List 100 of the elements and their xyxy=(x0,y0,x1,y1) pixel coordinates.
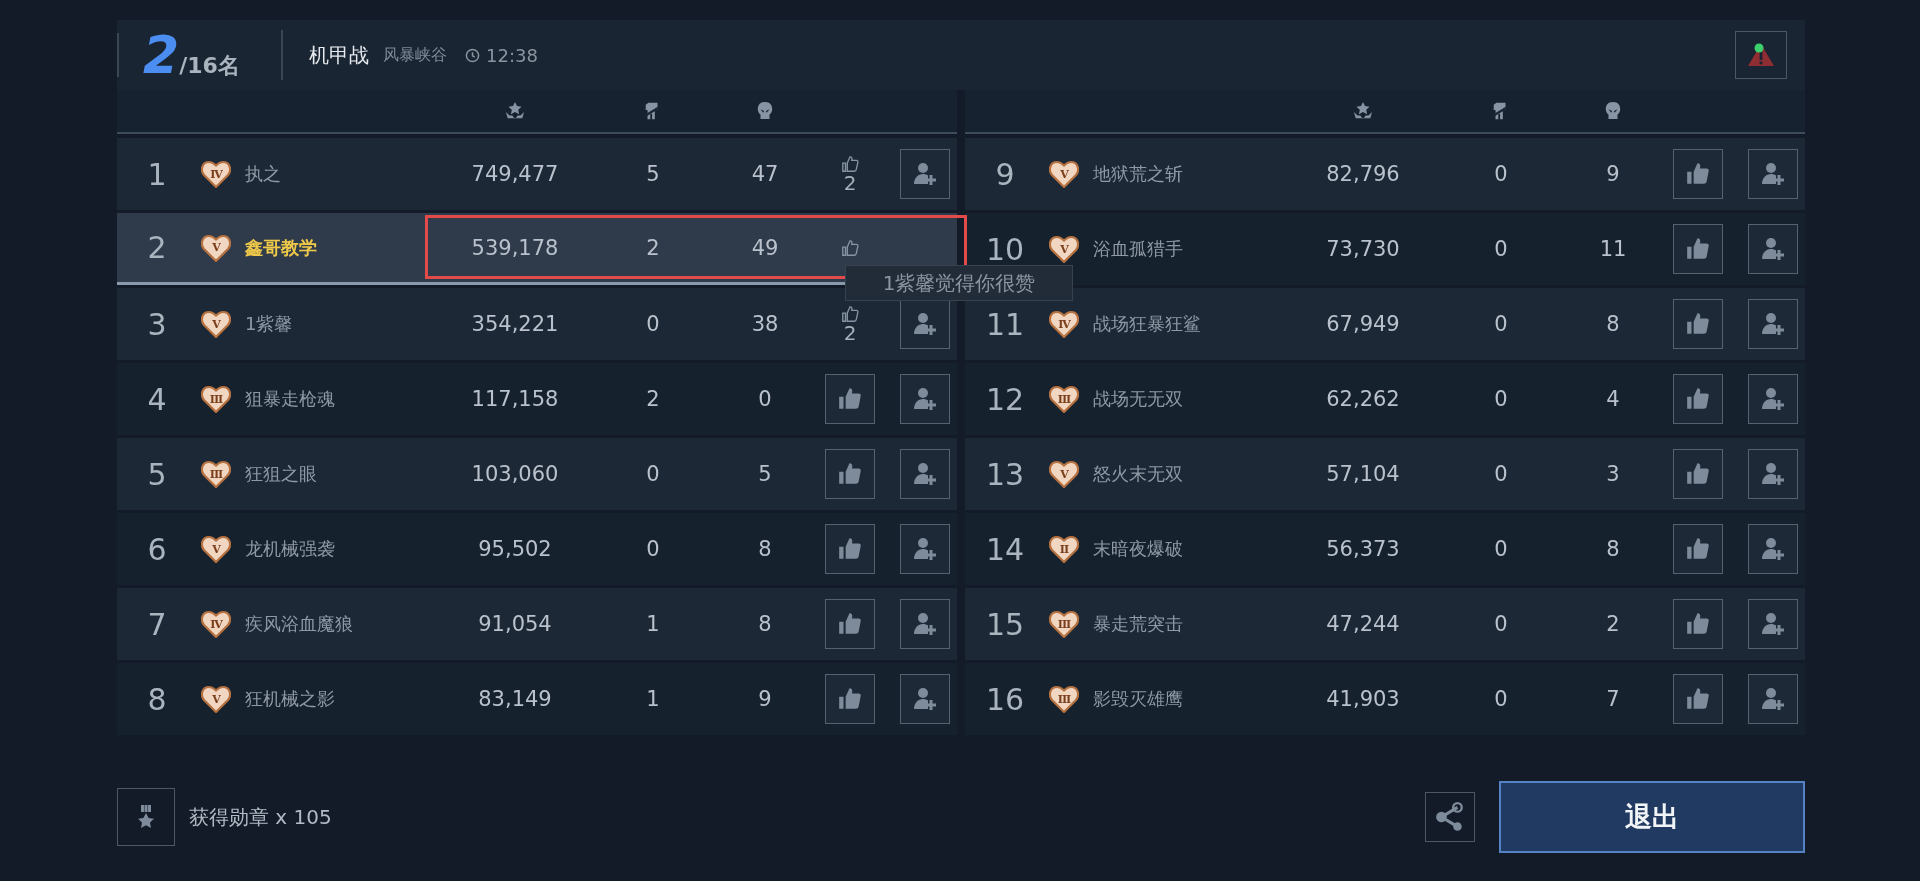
add-friend-button[interactable] xyxy=(1748,149,1798,199)
add-friend-button[interactable] xyxy=(1748,449,1798,499)
add-friend-button[interactable] xyxy=(900,449,950,499)
rank-number: 1 xyxy=(146,156,168,192)
add-friend-button[interactable] xyxy=(1748,299,1798,349)
like-button[interactable] xyxy=(1673,599,1723,649)
like-button[interactable] xyxy=(1673,374,1723,424)
player-name: 疾风浴血魔狼 xyxy=(245,612,354,636)
deaths-value: 7 xyxy=(1605,687,1621,711)
clock-icon xyxy=(465,47,480,63)
add-friend-button[interactable] xyxy=(1748,374,1798,424)
score-value: 67,949 xyxy=(1325,312,1401,336)
like-button[interactable] xyxy=(1673,674,1723,724)
skull-icon xyxy=(1604,101,1622,121)
deaths-value: 49 xyxy=(750,235,780,260)
player-row[interactable]: 5 III 狂狙之眼 103,060 0 5 xyxy=(117,438,957,510)
add-friend-button[interactable] xyxy=(900,674,950,724)
report-button[interactable] xyxy=(1735,31,1787,79)
add-friend-button[interactable] xyxy=(1748,224,1798,274)
rank-badge: III xyxy=(1049,610,1079,638)
exit-button[interactable]: 退出 xyxy=(1499,781,1805,853)
deaths-value: 4 xyxy=(1605,387,1621,411)
player-row[interactable]: 14 II 末暗夜爆破 56,373 0 8 xyxy=(965,513,1805,585)
player-name: 影毁灭雄鹰 xyxy=(1093,687,1184,711)
rank-badge: V xyxy=(201,233,231,262)
add-user-icon xyxy=(1760,461,1786,487)
thumbs-up-icon xyxy=(1685,236,1711,262)
like-button[interactable] xyxy=(1673,224,1723,274)
add-user-icon xyxy=(912,686,938,712)
rank-badge: III xyxy=(201,460,231,488)
like-button[interactable] xyxy=(825,524,875,574)
like-button[interactable] xyxy=(825,449,875,499)
add-friend-button[interactable] xyxy=(900,299,950,349)
score-value: 47,244 xyxy=(1325,612,1401,636)
thumbs-up-icon xyxy=(837,461,863,487)
player-row[interactable]: 1 IV 执之 749,477 5 47 2 xyxy=(117,138,957,210)
like-button[interactable] xyxy=(1673,149,1723,199)
score-value: 749,477 xyxy=(470,162,560,186)
deaths-value: 8 xyxy=(757,537,773,561)
add-friend-button[interactable] xyxy=(1748,599,1798,649)
add-user-icon xyxy=(912,386,938,412)
like-button[interactable] xyxy=(825,599,875,649)
share-button[interactable] xyxy=(1425,792,1475,842)
game-mode: 机甲战 xyxy=(309,41,369,69)
rank-badge: V xyxy=(1049,460,1079,488)
kills-value: 0 xyxy=(645,537,661,561)
deaths-value: 2 xyxy=(1605,612,1621,636)
add-friend-button[interactable] xyxy=(900,149,950,199)
thumbs-up-icon xyxy=(837,686,863,712)
rank-badge: V xyxy=(201,310,231,338)
player-row[interactable]: 13 V 怒火末无双 57,104 0 3 xyxy=(965,438,1805,510)
thumbs-up-icon xyxy=(837,611,863,637)
add-friend-button[interactable] xyxy=(900,524,950,574)
player-name: 狂狙之眼 xyxy=(245,462,318,486)
add-friend-button[interactable] xyxy=(1748,674,1798,724)
player-name: 战场狂暴狂鲨 xyxy=(1093,312,1202,336)
player-row[interactable]: 15 III 暴走荒突击 47,244 0 2 xyxy=(965,588,1805,660)
player-total: /16名 xyxy=(179,53,240,80)
like-button[interactable] xyxy=(825,374,875,424)
tooltip: 1紫馨觉得你很赞 xyxy=(845,265,1073,301)
map-name: 风暴峡谷 xyxy=(383,44,447,66)
player-row[interactable]: 16 III 影毁灭雄鹰 41,903 0 7 xyxy=(965,663,1805,735)
thumbs-up-icon xyxy=(1685,611,1711,637)
rank-badge: III xyxy=(201,385,231,413)
kills-value: 2 xyxy=(645,387,661,411)
rank-badge: II xyxy=(1049,535,1079,563)
player-name: 战场无无双 xyxy=(1093,387,1184,411)
rank-number: 9 xyxy=(994,156,1016,192)
deaths-value: 9 xyxy=(1605,162,1621,186)
player-row[interactable]: 7 IV 疾风浴血魔狼 91,054 1 8 xyxy=(117,588,957,660)
rank-number: 2 xyxy=(146,230,168,265)
kills-value: 0 xyxy=(645,462,661,486)
score-value: 83,149 xyxy=(477,687,553,711)
warning-icon xyxy=(1746,42,1776,68)
like-button[interactable] xyxy=(1673,524,1723,574)
score-value: 41,903 xyxy=(1325,687,1401,711)
like-button[interactable] xyxy=(1673,299,1723,349)
rank-badge: V xyxy=(201,685,231,713)
add-friend-button[interactable] xyxy=(900,374,950,424)
add-friend-button[interactable] xyxy=(900,599,950,649)
player-row[interactable]: 8 V 狂机械之影 83,149 1 9 xyxy=(117,663,957,735)
like-button[interactable] xyxy=(825,674,875,724)
deaths-value: 3 xyxy=(1605,462,1621,486)
add-user-icon xyxy=(912,461,938,487)
deaths-value: 8 xyxy=(1605,537,1621,561)
rank-badge: III xyxy=(1049,685,1079,713)
player-row[interactable]: 6 V 龙机械强袭 95,502 0 8 xyxy=(117,513,957,585)
kills-value: 0 xyxy=(1493,312,1509,336)
score-icon xyxy=(1352,101,1374,121)
deaths-value: 9 xyxy=(757,687,773,711)
add-friend-button[interactable] xyxy=(1748,524,1798,574)
rank-number: 12 xyxy=(984,381,1026,417)
thumbs-up-icon xyxy=(1685,311,1711,337)
rank-number: 14 xyxy=(984,531,1026,567)
player-row[interactable]: 9 V 地狱荒之斩 82,796 0 9 xyxy=(965,138,1805,210)
rank-number: 5 xyxy=(146,456,168,492)
player-row[interactable]: 12 III 战场无无双 62,262 0 4 xyxy=(965,363,1805,435)
medal-count: 获得勋章 x 105 xyxy=(189,803,332,831)
like-button[interactable] xyxy=(1673,449,1723,499)
player-row[interactable]: 4 III 狙暴走枪魂 117,158 2 0 xyxy=(117,363,957,435)
